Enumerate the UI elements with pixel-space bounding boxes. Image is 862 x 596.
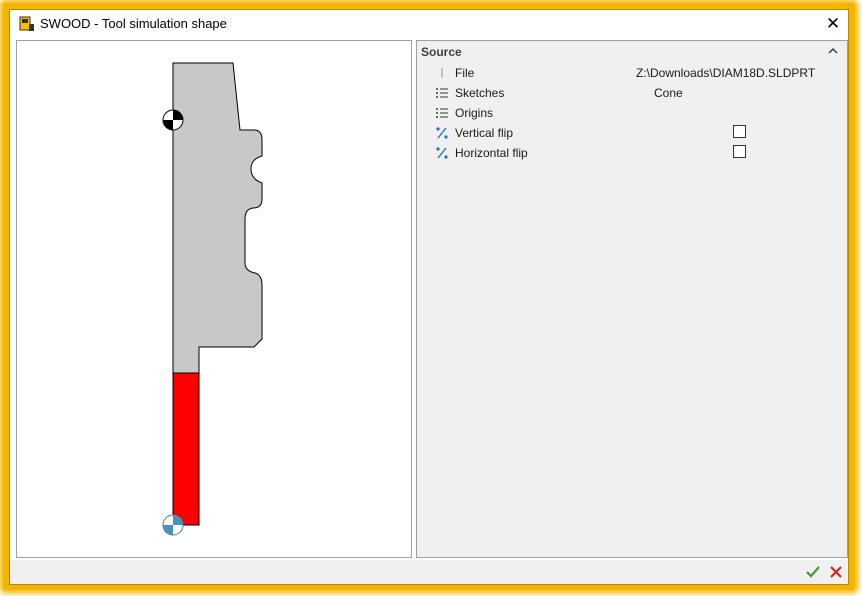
horizontal-flip-checkbox[interactable] (733, 145, 746, 158)
close-icon: ✕ (825, 14, 841, 33)
property-row-sketches[interactable]: Sketches Cone (417, 83, 847, 103)
tool-simulation-shape-dialog: SWOOD - Tool simulation shape ✕ Source F… (9, 9, 849, 585)
origin-marker-top (162, 109, 184, 131)
source-section-header[interactable]: Source (417, 43, 847, 61)
list-icon (436, 88, 448, 98)
title-bar: SWOOD - Tool simulation shape ✕ (10, 10, 848, 38)
cutting-part-shape (172, 372, 200, 526)
shape-preview-pane (16, 40, 412, 558)
origin-marker-bottom (162, 514, 184, 536)
property-label: Sketches (455, 86, 505, 100)
sketch-value[interactable]: Cone (654, 86, 683, 100)
window-title: SWOOD - Tool simulation shape (40, 16, 227, 31)
list-icon (436, 108, 448, 118)
property-label: Origins (455, 106, 494, 120)
vertical-flip-checkbox[interactable] (733, 125, 746, 138)
file-icon (441, 68, 443, 78)
section-title: Source (421, 45, 462, 59)
swood-app-icon (19, 16, 34, 31)
tool-shape-preview (162, 62, 263, 536)
tool-body-shape (172, 62, 263, 374)
property-label: File (455, 66, 475, 80)
property-row-horizontal-flip[interactable]: Horizontal flip (417, 143, 847, 163)
dialog-footer (10, 560, 848, 584)
cancel-x-icon[interactable] (828, 564, 844, 580)
property-panel: Source File Z:\Downloads\DIAM18D.SLDPRT … (416, 40, 848, 558)
property-label: Horizontal flip (455, 146, 528, 160)
property-label: Vertical flip (455, 126, 514, 140)
chevron-up-icon[interactable] (827, 45, 839, 57)
flip-icon (436, 147, 448, 159)
property-row-vertical-flip[interactable]: Vertical flip (417, 123, 847, 143)
property-row-origins[interactable]: Origins (417, 103, 847, 123)
close-button[interactable]: ✕ (818, 10, 848, 38)
property-row-file[interactable]: File Z:\Downloads\DIAM18D.SLDPRT (417, 63, 847, 83)
flip-icon (436, 127, 448, 139)
confirm-checkmark-icon[interactable] (805, 564, 821, 580)
file-path-value[interactable]: Z:\Downloads\DIAM18D.SLDPRT (636, 66, 815, 80)
